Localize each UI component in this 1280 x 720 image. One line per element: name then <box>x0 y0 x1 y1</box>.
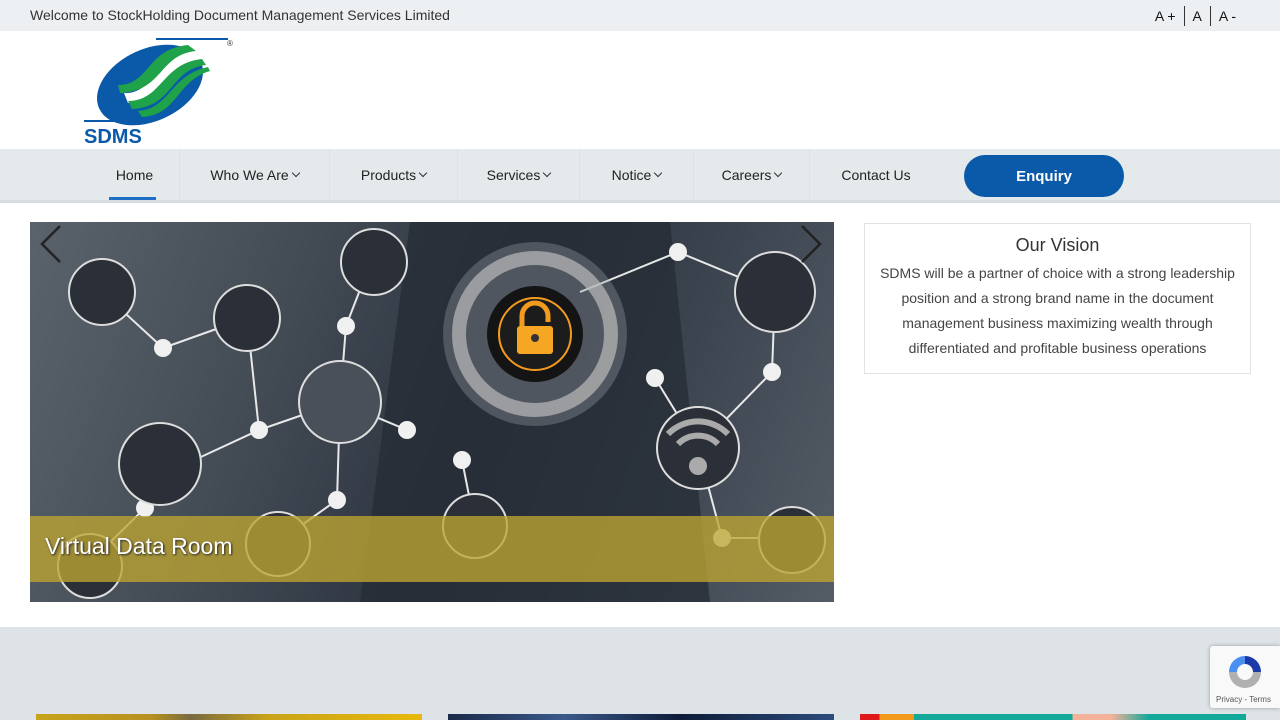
nav-contact-us[interactable]: Contact Us <box>810 149 942 200</box>
nav-who-we-are[interactable]: Who We Are <box>180 149 330 200</box>
chevron-down-icon <box>774 168 783 177</box>
nav-label: Notice <box>611 166 652 183</box>
nav-label: Contact Us <box>841 166 911 183</box>
header: ® SDMS <box>0 31 1280 149</box>
nav-services[interactable]: Services <box>458 149 580 200</box>
registered-mark: ® <box>227 39 233 48</box>
vision-title: Our Vision <box>1015 235 1100 255</box>
font-increase-button[interactable]: A + <box>1147 8 1184 24</box>
recaptcha-badge[interactable]: Privacy - Terms <box>1210 646 1280 708</box>
nav-label: Services <box>486 166 541 183</box>
nav-careers[interactable]: Careers <box>694 149 810 200</box>
chevron-right-icon[interactable] <box>796 222 826 266</box>
featured-section <box>0 627 1280 720</box>
nav-products[interactable]: Products <box>330 149 458 200</box>
slide-caption: Virtual Data Room <box>30 516 834 582</box>
logo-text: SDMS <box>84 126 142 147</box>
cloud-transfer-icon <box>298 360 382 444</box>
recaptcha-links[interactable]: Privacy - Terms <box>1216 695 1271 704</box>
vision-card: Our Vision SDMS will be a partner of cho… <box>864 223 1251 374</box>
nav-label: Home <box>115 166 154 183</box>
recaptcha-icon <box>1229 656 1261 688</box>
hero-slider[interactable]: Virtual Data Room <box>30 222 834 602</box>
cloud-server-icon <box>118 422 202 506</box>
sdms-logo[interactable]: ® SDMS <box>84 35 236 147</box>
chevron-down-icon <box>654 168 663 177</box>
chevron-left-icon[interactable] <box>36 222 66 266</box>
chevron-down-icon <box>418 168 428 177</box>
nav-label: Products <box>360 166 417 183</box>
chevron-down-icon <box>543 168 552 177</box>
font-reset-button[interactable]: A <box>1185 8 1210 24</box>
feature-card-3[interactable] <box>860 714 1246 720</box>
welcome-text: Welcome to StockHolding Document Managem… <box>30 7 450 23</box>
nav-label: Careers <box>721 166 772 183</box>
nav-home[interactable]: Home <box>90 149 180 200</box>
nav-notice[interactable]: Notice <box>580 149 694 200</box>
chevron-down-icon <box>291 168 300 177</box>
main-nav: Home Who We Are Products Services Notice… <box>0 149 1280 203</box>
feature-card-1[interactable] <box>36 714 422 720</box>
font-decrease-button[interactable]: A - <box>1211 8 1244 24</box>
laptop-lock-icon <box>68 258 136 326</box>
feature-card-2[interactable] <box>448 714 834 720</box>
vision-text: SDMS will be a partner of choice with a … <box>880 265 1235 356</box>
font-size-controls: A + A A - <box>1147 6 1244 26</box>
slide-title: Virtual Data Room <box>45 533 233 559</box>
nav-label: Who We Are <box>210 166 289 183</box>
enquiry-button[interactable]: Enquiry <box>964 155 1124 197</box>
top-bar: Welcome to StockHolding Document Managem… <box>0 0 1280 31</box>
camera-icon <box>340 228 408 296</box>
search-lock-icon <box>213 284 281 352</box>
